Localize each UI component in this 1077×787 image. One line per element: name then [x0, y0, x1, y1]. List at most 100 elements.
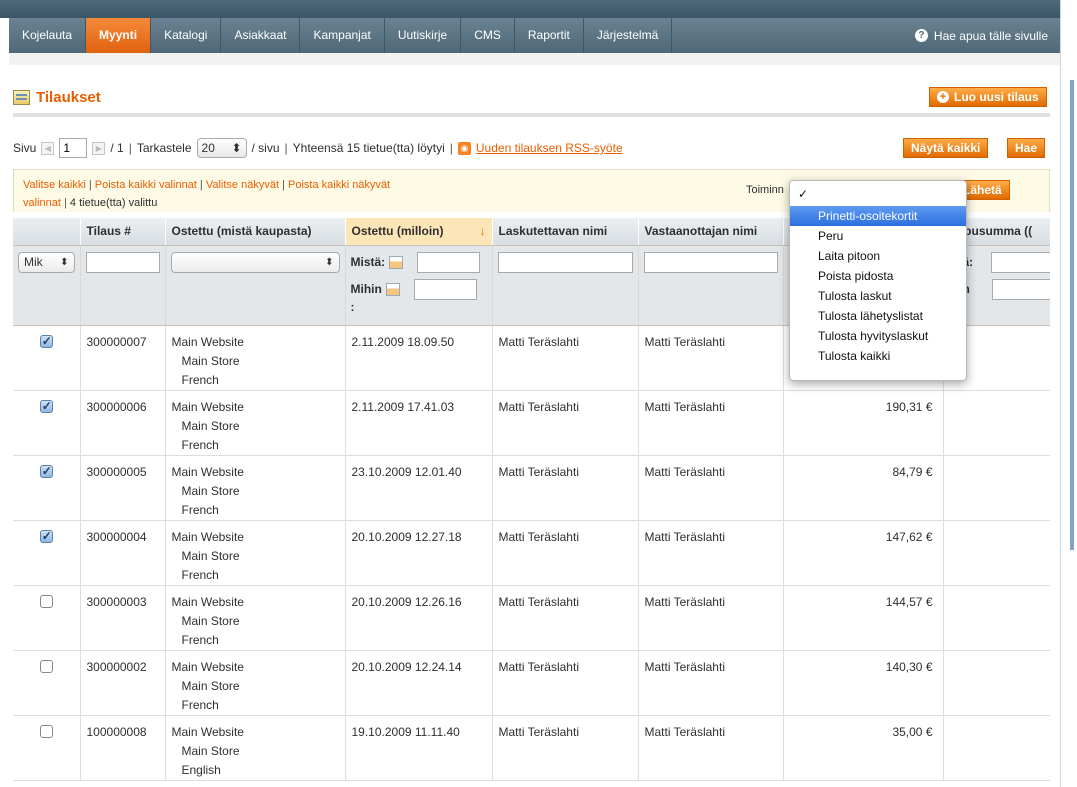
- date-to-input[interactable]: [413, 278, 477, 300]
- col-purchased-on[interactable]: Ostettu (milloin) ↓: [345, 218, 493, 246]
- table-row[interactable]: 300000004 Main Website Main Store French 20.…: [13, 520, 1050, 586]
- sort-desc-icon: ↓: [479, 224, 486, 239]
- store-name: Main Store: [181, 353, 240, 368]
- ship-to-name: Matti Teräslahti: [638, 325, 784, 391]
- per-page-select[interactable]: 20 ⬍: [196, 138, 247, 158]
- store-filter-select[interactable]: ⬍: [170, 251, 340, 273]
- store-name: Main Store: [181, 483, 240, 498]
- table-row[interactable]: 300000002 Main Website Main Store French 20.…: [13, 650, 1050, 716]
- table-row[interactable]: 300000006 Main Website Main Store French 2.1…: [13, 390, 1050, 456]
- rss-icon: ◉: [457, 141, 471, 155]
- dropdown-option-unhold[interactable]: Poista pidosta: [790, 266, 966, 286]
- purchased-date: 2.11.2009 18.09.50: [345, 325, 493, 391]
- nav-item-sales[interactable]: Myynti: [86, 18, 152, 53]
- order-id-filter-input[interactable]: [85, 251, 160, 273]
- next-page-icon[interactable]: ▶: [92, 141, 106, 155]
- page-title: Tilaukset: [13, 89, 101, 106]
- row-select-checkbox[interactable]: [39, 332, 53, 351]
- table-row[interactable]: 300000003 Main Website Main Store French 20.…: [13, 585, 1050, 651]
- dropdown-option-print-all[interactable]: Tulosta kaikki: [790, 346, 966, 366]
- purchased-date: 20.10.2009 12.26.16: [345, 585, 493, 651]
- row-select-checkbox[interactable]: [39, 527, 53, 546]
- dropdown-option-print-packingslips[interactable]: Tulosta lähetyslistat: [790, 306, 966, 326]
- bill-to-name: Matti Teräslahti: [492, 455, 639, 521]
- row-select-checkbox[interactable]: [39, 462, 53, 481]
- pager: Sivu ◀ ▶ / 1 | Tarkastele 20 ⬍ / sivu | …: [13, 138, 623, 158]
- table-row[interactable]: 300000005 Main Website Main Store French 23.…: [13, 455, 1050, 521]
- col-bill-to-name[interactable]: Laskutettavan nimi: [492, 218, 639, 246]
- previous-page-icon[interactable]: ◀: [41, 141, 55, 155]
- nav-item-system[interactable]: Järjestelmä: [584, 18, 673, 53]
- grand-total: 84,79 €: [783, 455, 944, 521]
- purchased-date: 20.10.2009 12.27.18: [345, 520, 493, 586]
- table-row[interactable]: 100000008 Main Website Main Store English 19…: [13, 715, 1050, 781]
- help-label: Hae apua tälle sivulle: [933, 28, 1048, 43]
- unselect-visible-link-cont[interactable]: valinnat: [23, 197, 61, 209]
- nav-item-reports[interactable]: Raportit: [515, 18, 584, 53]
- total-from-input[interactable]: [991, 251, 1050, 273]
- select-arrows-icon: ⬍: [60, 256, 69, 268]
- calendar-icon[interactable]: [385, 282, 400, 296]
- ship-to-filter-input[interactable]: [643, 251, 778, 273]
- grand-total: 147,62 €: [783, 520, 944, 586]
- bill-to-filter-input[interactable]: [497, 251, 633, 273]
- nav-item-dashboard[interactable]: Kojelauta: [9, 18, 87, 53]
- nav-item-promotions[interactable]: Kampanjat: [300, 18, 385, 53]
- row-select-checkbox[interactable]: [39, 659, 53, 673]
- row-select-checkbox[interactable]: [39, 594, 53, 608]
- plus-icon: +: [937, 91, 949, 103]
- col-ship-to-name[interactable]: Vastaanottajan nimi: [638, 218, 784, 246]
- dropdown-option-blank[interactable]: ✓: [790, 184, 966, 206]
- empty-cell: [943, 520, 1050, 586]
- unselect-visible-link[interactable]: Poista kaikki näkyvät: [288, 179, 390, 191]
- select-arrows-icon: ⬍: [231, 141, 242, 155]
- calendar-icon[interactable]: [389, 255, 404, 269]
- row-select-checkbox[interactable]: [39, 724, 53, 738]
- help-link[interactable]: ? Hae apua tälle sivulle: [914, 28, 1060, 43]
- store-cell: Main Website Main Store French: [165, 650, 346, 716]
- unselect-all-link[interactable]: Poista kaikki valinnat: [95, 179, 197, 191]
- store-website: Main Website: [171, 659, 244, 674]
- dropdown-option-hold[interactable]: Laita pitoon: [790, 246, 966, 266]
- search-button[interactable]: Hae: [1007, 138, 1046, 158]
- store-website: Main Website: [171, 334, 244, 349]
- total-to-input[interactable]: [991, 278, 1050, 300]
- purchased-date: 19.10.2009 11.11.40: [345, 715, 493, 781]
- per-page-value: 20: [201, 141, 215, 155]
- store-website: Main Website: [171, 724, 244, 739]
- select-all-link[interactable]: Valitse kaikki: [23, 179, 86, 191]
- nav-item-customers[interactable]: Asiakkaat: [221, 18, 301, 53]
- col-store[interactable]: Ostettu (mistä kaupasta): [165, 218, 346, 246]
- dropdown-option-prinetti[interactable]: Prinetti-osoitekortit: [790, 206, 966, 226]
- massaction-filter-select[interactable]: Mik ⬍: [18, 251, 75, 273]
- store-cell: Main Website Main Store French: [165, 390, 346, 456]
- create-new-order-button[interactable]: + Luo uusi tilaus: [929, 87, 1047, 107]
- row-select-checkbox[interactable]: [39, 397, 53, 416]
- page-header: Tilaukset + Luo uusi tilaus: [13, 85, 1050, 117]
- records-found: Yhteensä 15 tietue(tta) löytyi: [292, 141, 445, 155]
- store-cell: Main Website Main Store French: [165, 325, 346, 391]
- dropdown-option-print-creditmemos[interactable]: Tulosta hyvityslaskut: [790, 326, 966, 346]
- order-id: 300000002: [80, 650, 166, 716]
- nav-item-catalog[interactable]: Katalogi: [151, 18, 222, 53]
- reset-filter-button[interactable]: Näytä kaikki: [903, 138, 989, 158]
- page-number-input[interactable]: [59, 138, 88, 158]
- nav-item-cms[interactable]: CMS: [461, 18, 515, 53]
- ship-to-name: Matti Teräslahti: [638, 715, 784, 781]
- separator: |: [284, 141, 288, 155]
- order-id: 300000003: [80, 585, 166, 651]
- bill-to-name: Matti Teräslahti: [492, 585, 639, 651]
- select-visible-link[interactable]: Valitse näkyvät: [206, 179, 279, 191]
- nav-item-newsletter[interactable]: Uutiskirje: [385, 18, 462, 53]
- rss-feed-link[interactable]: Uuden tilauksen RSS-syöte: [476, 141, 623, 155]
- purchased-date: 20.10.2009 12.24.14: [345, 650, 493, 716]
- ship-to-name: Matti Teräslahti: [638, 390, 784, 456]
- dropdown-option-cancel[interactable]: Peru: [790, 226, 966, 246]
- store-name: Main Store: [181, 548, 240, 563]
- store-view: French: [181, 437, 219, 452]
- date-from-input[interactable]: [417, 251, 481, 273]
- dropdown-option-print-invoices[interactable]: Tulosta laskut: [790, 286, 966, 306]
- ship-to-name: Matti Teräslahti: [638, 520, 784, 586]
- date-to-row: Mihin: [351, 278, 487, 300]
- col-order-id[interactable]: Tilaus #: [80, 218, 166, 246]
